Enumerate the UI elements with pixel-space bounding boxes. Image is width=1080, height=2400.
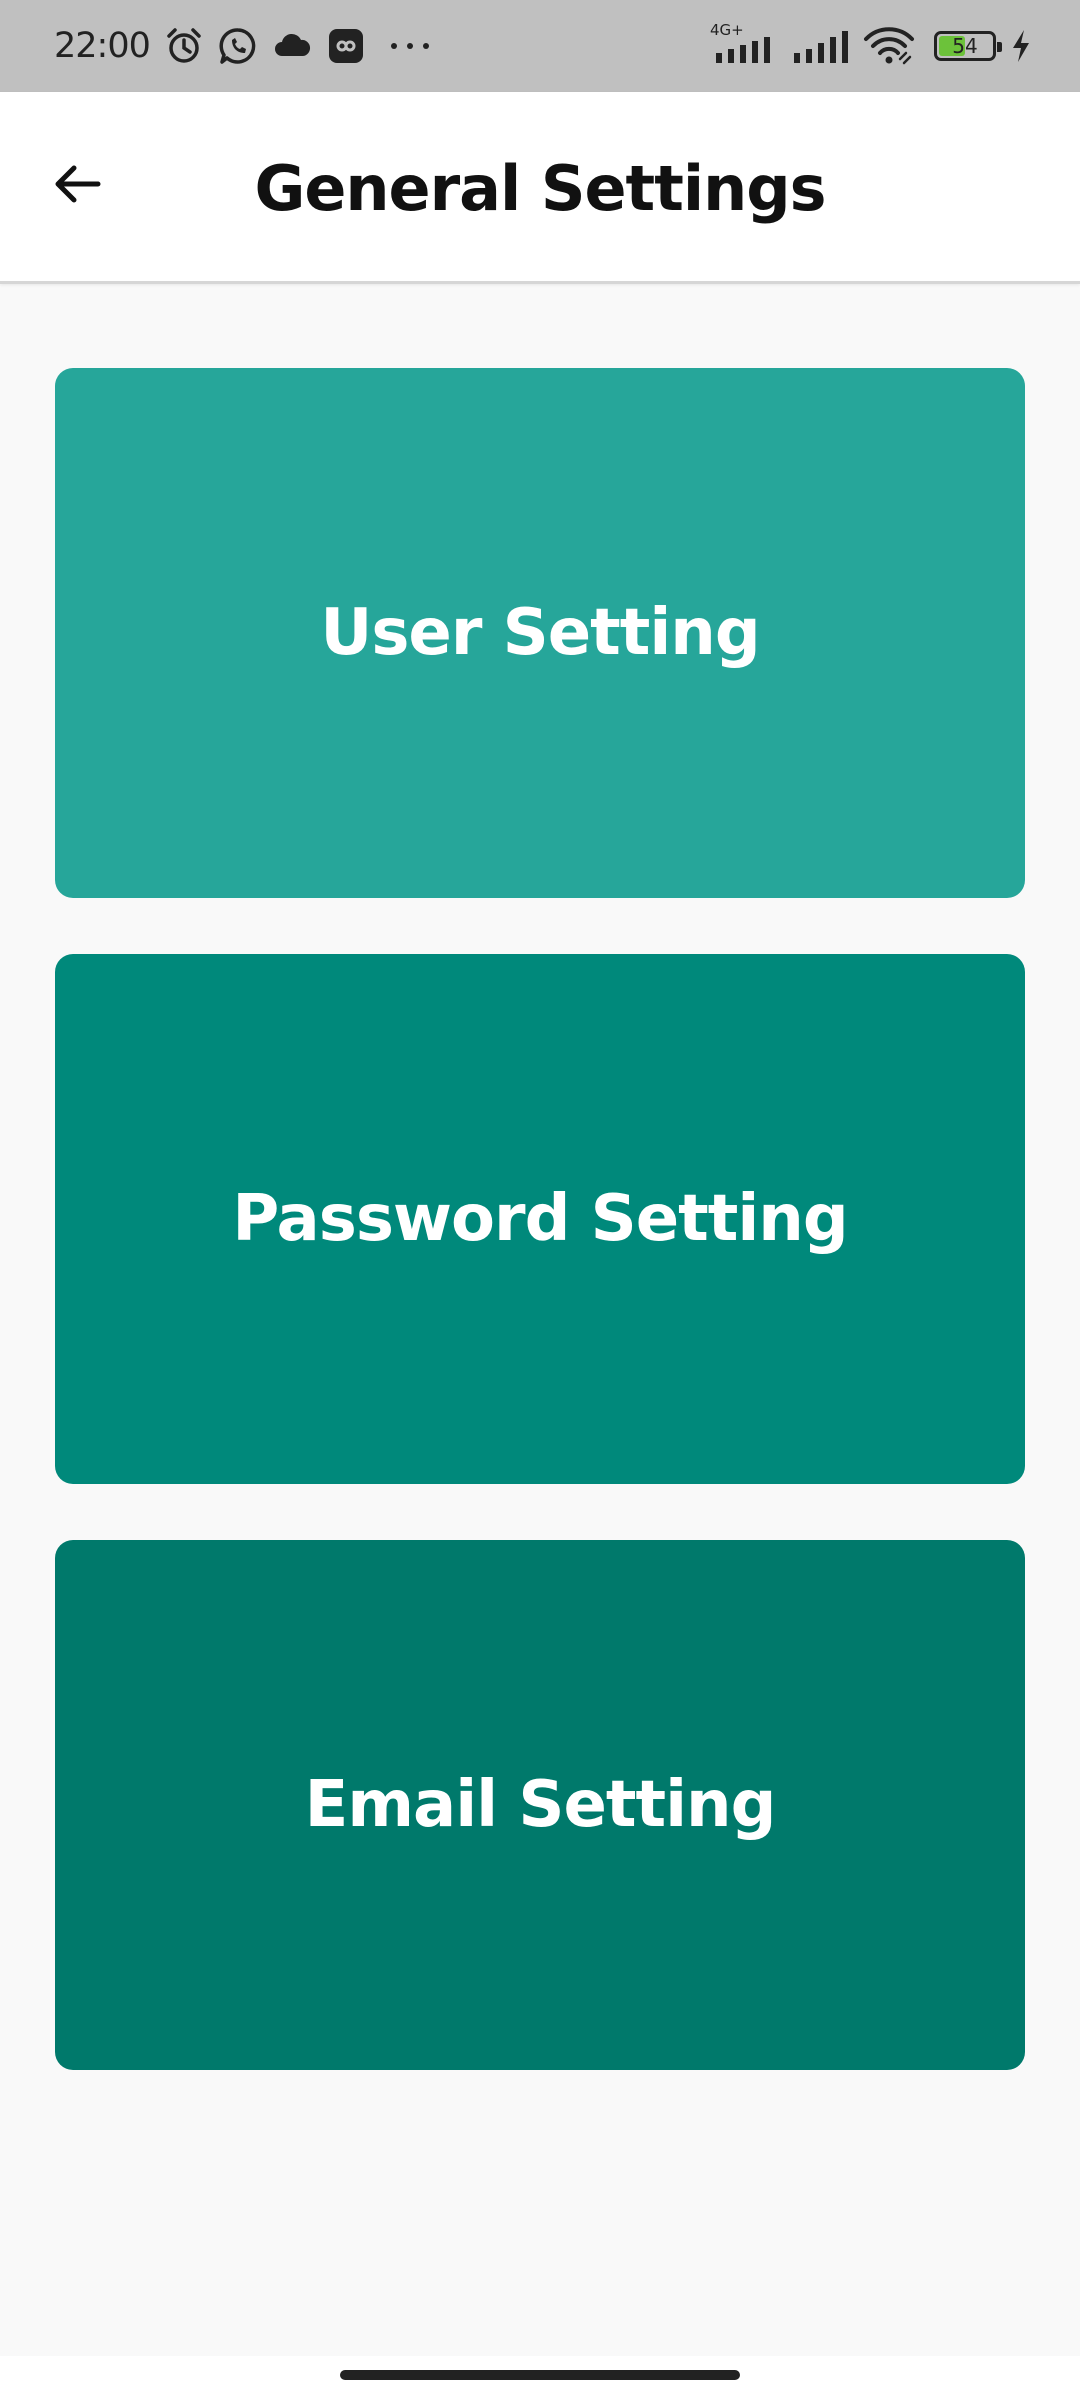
- gesture-handle[interactable]: [340, 2370, 740, 2380]
- email-setting-label: Email Setting: [304, 1768, 777, 1842]
- password-setting-button[interactable]: Password Setting: [55, 954, 1025, 1484]
- link-app-icon: [328, 29, 363, 63]
- whatsapp-icon: [219, 28, 256, 64]
- signal-icon: 4G+: [710, 21, 778, 69]
- status-bar-right: 4G+ 54: [696, 0, 1032, 92]
- battery-icon: 54: [934, 31, 1002, 61]
- status-bar: 22:00 4G+ 54: [0, 0, 1080, 92]
- email-setting-button[interactable]: Email Setting: [55, 1540, 1025, 2070]
- page-title: General Settings: [254, 151, 826, 225]
- signal-icon-2: [794, 31, 848, 63]
- more-dots-icon: [390, 43, 429, 49]
- cloud-icon: [274, 33, 310, 56]
- status-bar-left: 22:00: [54, 0, 434, 92]
- status-time: 22:00: [54, 26, 151, 66]
- app-bar: General Settings: [0, 92, 1080, 284]
- battery-level: 54: [952, 34, 978, 58]
- user-setting-button[interactable]: User Setting: [55, 368, 1025, 898]
- user-setting-label: User Setting: [320, 596, 760, 670]
- charging-icon: [1013, 30, 1029, 62]
- alarm-icon: [167, 28, 201, 63]
- password-setting-label: Password Setting: [232, 1182, 848, 1256]
- screen: 22:00 4G+ 54 General Settings User Setti…: [0, 0, 1080, 2400]
- wifi-icon: [864, 27, 914, 65]
- battery-cap: [997, 42, 1002, 52]
